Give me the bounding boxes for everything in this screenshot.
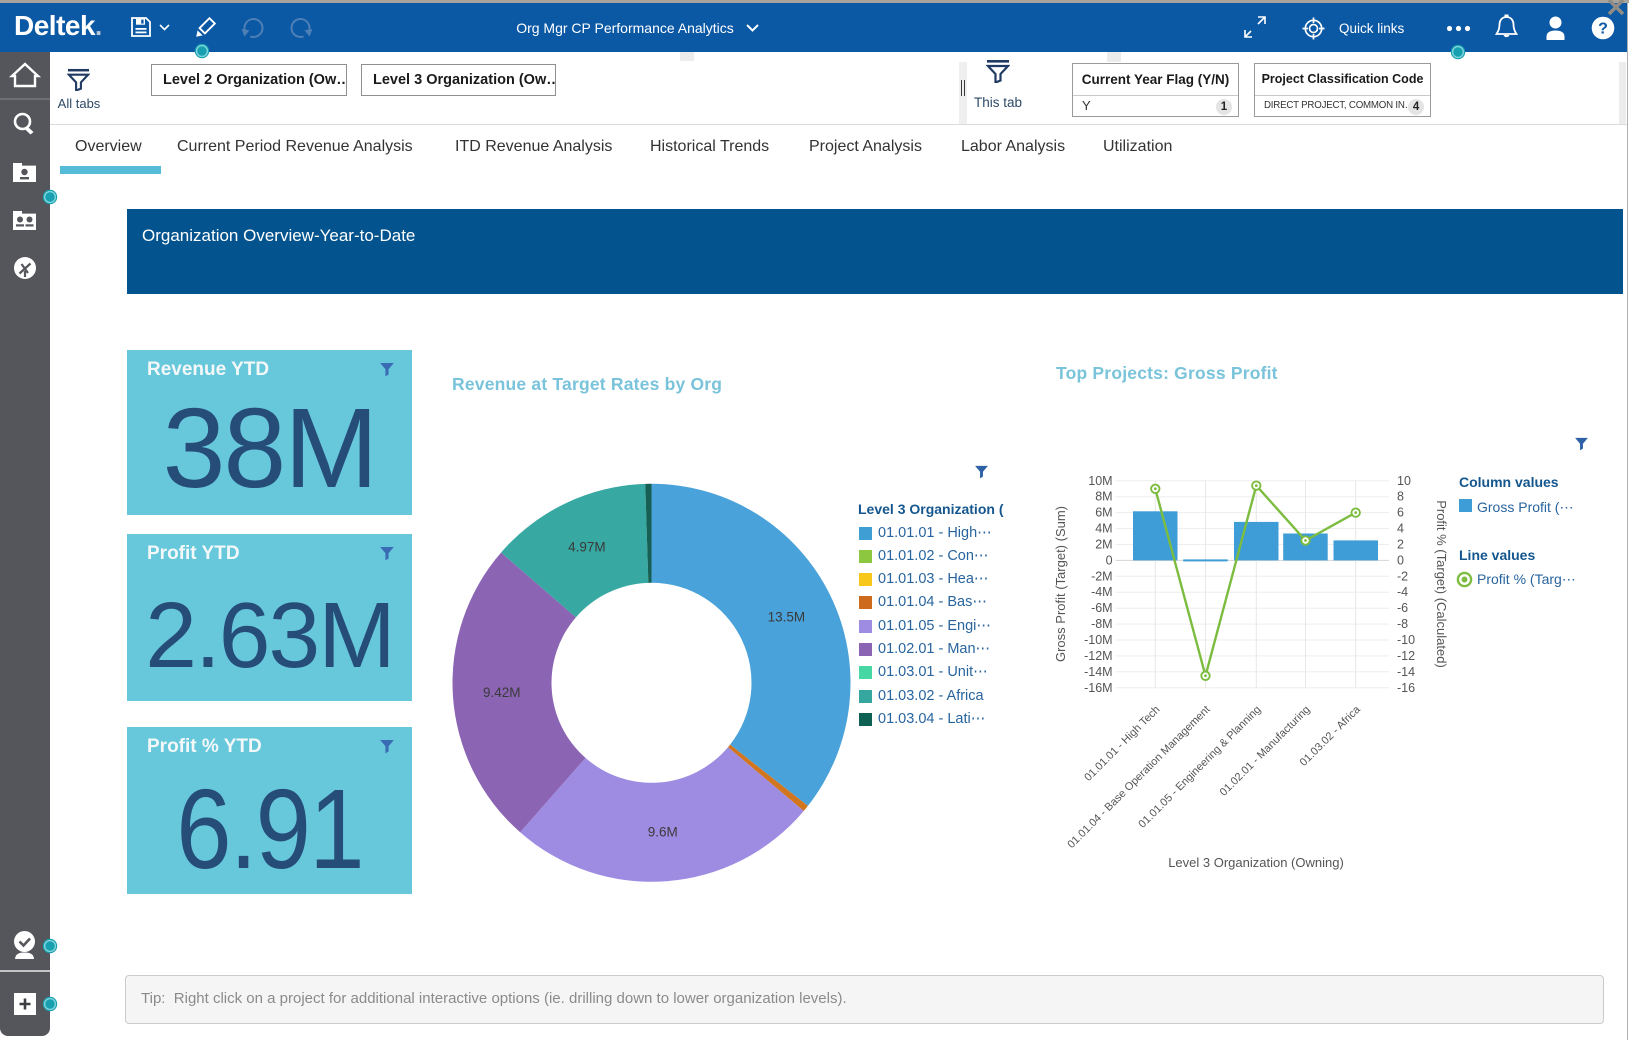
svg-text:-4M: -4M [1091,585,1113,599]
svg-text:-10M: -10M [1084,633,1112,647]
svg-text:-16M: -16M [1084,681,1112,695]
svg-text:-6: -6 [1397,601,1408,615]
svg-text:-14: -14 [1397,665,1415,679]
svg-text:2M: 2M [1095,538,1112,552]
svg-text:9.6M: 9.6M [648,824,678,839]
svg-text:-14M: -14M [1084,665,1112,679]
svg-text:10: 10 [1397,474,1411,488]
svg-text:-10: -10 [1397,633,1415,647]
svg-text:01.02.01 - Manufacturing: 01.02.01 - Manufacturing [1218,704,1313,799]
svg-text:13.5M: 13.5M [768,609,806,624]
svg-text:4: 4 [1397,522,1404,536]
svg-text:-4: -4 [1397,585,1408,599]
svg-text:-2: -2 [1397,569,1408,583]
svg-text:4.97M: 4.97M [568,539,606,554]
svg-text:Level 3 Organization (Owning): Level 3 Organization (Owning) [1168,855,1344,870]
svg-text:9.42M: 9.42M [483,685,521,700]
svg-text:?: ? [1598,21,1608,38]
svg-text:4M: 4M [1095,522,1112,536]
svg-text:6M: 6M [1095,506,1112,520]
svg-text:-8: -8 [1397,617,1408,631]
svg-text:6: 6 [1397,506,1404,520]
svg-text:0: 0 [1397,553,1404,567]
svg-text:Gross Profit (Target) (Sum): Gross Profit (Target) (Sum) [1053,506,1068,662]
svg-text:8M: 8M [1095,490,1112,504]
svg-text:2: 2 [1397,538,1404,552]
svg-text:-6M: -6M [1091,601,1113,615]
svg-text:Profit % (Target) (Calculated): Profit % (Target) (Calculated) [1434,500,1449,668]
svg-text:8: 8 [1397,490,1404,504]
svg-text:-8M: -8M [1091,617,1113,631]
svg-text:-12M: -12M [1084,649,1112,663]
svg-text:10M: 10M [1088,474,1112,488]
svg-text:-2M: -2M [1091,569,1113,583]
svg-text:-16: -16 [1397,681,1415,695]
svg-text:-12: -12 [1397,649,1415,663]
svg-text:0: 0 [1106,553,1113,567]
